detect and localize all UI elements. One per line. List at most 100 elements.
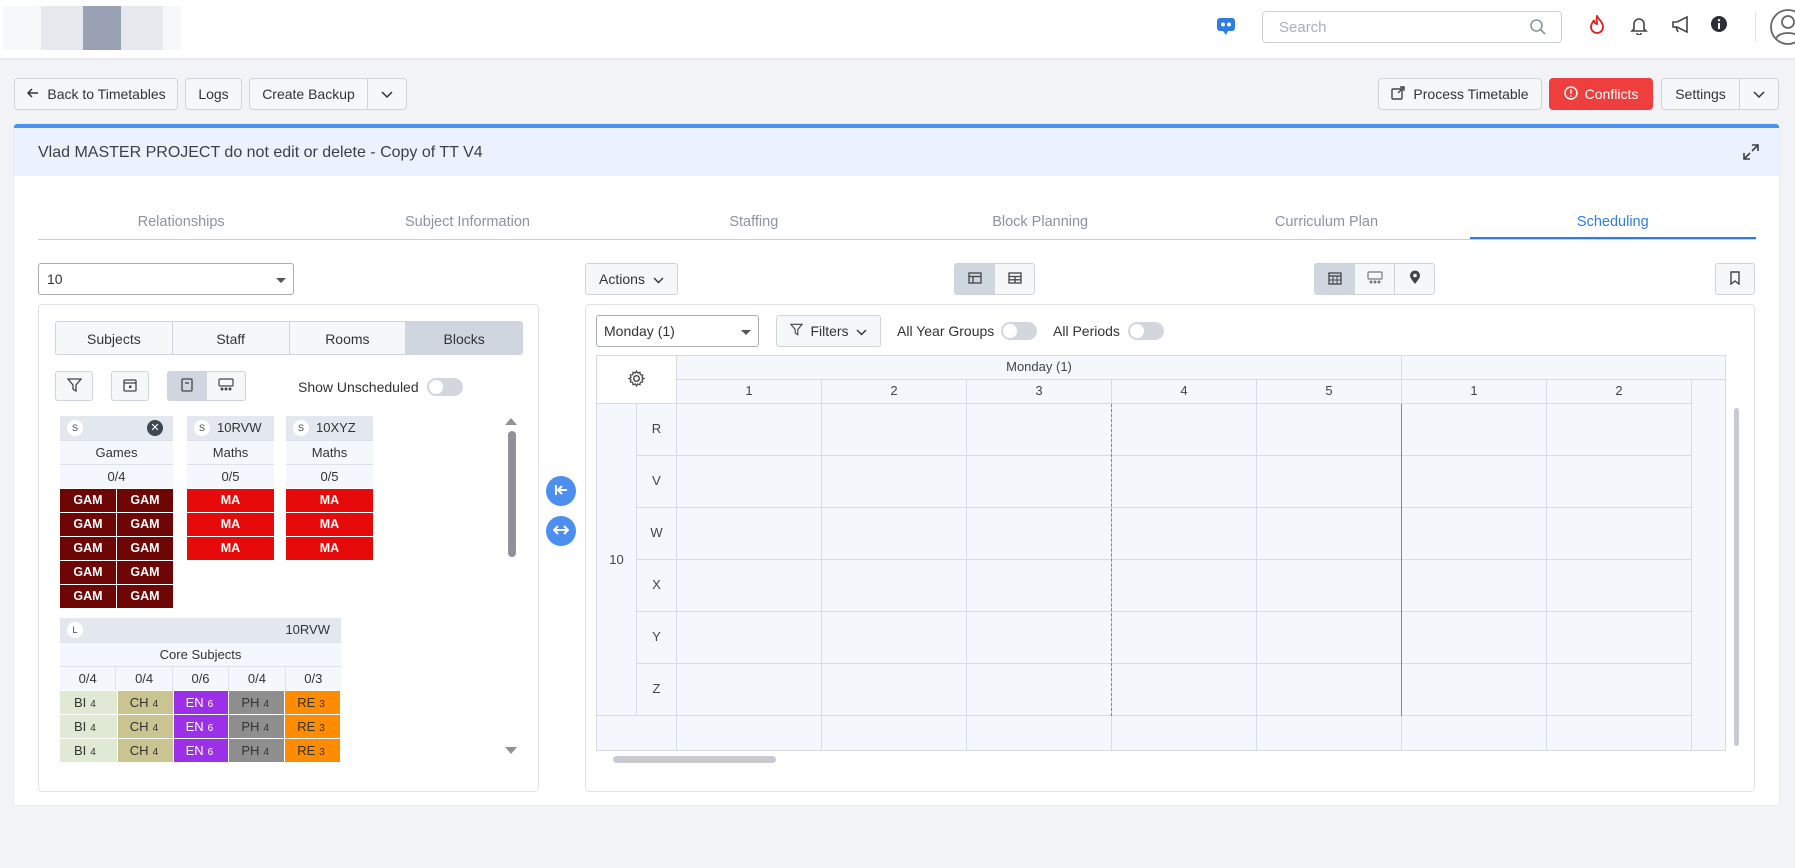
schedule-slot[interactable] — [1402, 456, 1547, 508]
lesson-chip[interactable]: GAM — [117, 513, 173, 536]
schedule-slot[interactable] — [1112, 664, 1257, 716]
grid-view-button[interactable] — [954, 263, 995, 295]
user-avatar-icon[interactable] — [1768, 7, 1795, 50]
lesson-chip[interactable]: MA — [286, 513, 373, 536]
subject-chip[interactable]: BI 4 — [60, 739, 118, 762]
room-view-button[interactable] — [206, 371, 246, 401]
search-box[interactable] — [1262, 11, 1562, 43]
schedule-slot[interactable] — [677, 508, 822, 560]
schedule-slot[interactable] — [677, 560, 822, 612]
tab-block-planning[interactable]: Block Planning — [897, 204, 1183, 239]
tab-subject-information[interactable]: Subject Information — [324, 204, 610, 239]
subject-chip[interactable]: RE 3 — [285, 715, 341, 738]
classroom-view-button[interactable] — [1354, 263, 1395, 295]
schedule-slot[interactable] — [1547, 404, 1692, 456]
filter-button[interactable] — [55, 371, 93, 401]
tab-scheduling[interactable]: Scheduling — [1469, 204, 1756, 239]
logo[interactable] — [3, 6, 181, 50]
gear-icon[interactable] — [627, 369, 646, 390]
tab-staffing[interactable]: Staffing — [611, 204, 897, 239]
schedule-slot[interactable] — [822, 612, 967, 664]
schedule-slot[interactable] — [1257, 456, 1402, 508]
back-to-timetables-button[interactable]: Back to Timetables — [14, 78, 178, 110]
grid-settings-cell[interactable] — [597, 356, 677, 404]
expand-icon[interactable] — [1743, 144, 1759, 163]
schedule-slot[interactable] — [1257, 404, 1402, 456]
subject-chip[interactable]: CH 4 — [117, 715, 174, 738]
settings-button[interactable]: Settings — [1661, 78, 1740, 110]
schedule-slot[interactable] — [822, 404, 967, 456]
year-group-select[interactable]: 10 — [38, 263, 294, 295]
block-card[interactable]: S ✕ Games 0/4 GAM GAM GAM GAM GAM GAM GAM GAM GAM GAM — [60, 416, 173, 608]
all-periods-toggle[interactable] — [1128, 322, 1164, 340]
schedule-slot[interactable] — [1257, 664, 1402, 716]
chatbot-icon[interactable] — [1215, 15, 1237, 40]
lesson-chip[interactable]: MA — [286, 537, 373, 560]
schedule-slot[interactable] — [1547, 560, 1692, 612]
schedule-slot[interactable] — [1547, 612, 1692, 664]
tab-relationships[interactable]: Relationships — [38, 204, 324, 239]
subject-chip[interactable]: BI 4 — [60, 691, 118, 714]
lesson-chip[interactable]: GAM — [60, 489, 117, 512]
show-unscheduled-toggle[interactable] — [427, 378, 463, 396]
segment-subjects[interactable]: Subjects — [56, 322, 173, 354]
lesson-chip[interactable]: GAM — [117, 489, 173, 512]
bookmark-button[interactable] — [1715, 263, 1755, 295]
schedule-slot[interactable] — [822, 508, 967, 560]
scrollbar-thumb[interactable] — [508, 431, 516, 557]
schedule-slot[interactable] — [967, 612, 1112, 664]
schedule-slot[interactable] — [677, 664, 822, 716]
filters-button[interactable]: Filters — [776, 315, 881, 347]
schedule-slot[interactable] — [1547, 456, 1692, 508]
schedule-slot[interactable] — [967, 508, 1112, 560]
subject-chip[interactable]: EN 6 — [173, 715, 230, 738]
subject-chip[interactable]: EN 6 — [173, 739, 230, 762]
lesson-chip[interactable]: GAM — [60, 537, 117, 560]
schedule-slot[interactable] — [1402, 612, 1547, 664]
bell-icon[interactable] — [1630, 15, 1648, 38]
all-year-groups-toggle[interactable] — [1001, 322, 1037, 340]
blocks-scrollbar[interactable] — [505, 413, 517, 754]
schedule-slot[interactable] — [1257, 612, 1402, 664]
schedule-slot[interactable] — [1112, 456, 1257, 508]
calendar-view-button[interactable] — [1314, 263, 1355, 295]
list-view-button[interactable] — [994, 263, 1035, 295]
schedule-slot[interactable] — [822, 456, 967, 508]
info-icon[interactable] — [1710, 15, 1728, 36]
schedule-slot[interactable] — [1547, 508, 1692, 560]
subject-chip[interactable]: PH 4 — [229, 739, 286, 762]
schedule-slot[interactable] — [967, 404, 1112, 456]
schedule-slot[interactable] — [822, 664, 967, 716]
lesson-chip[interactable]: MA — [187, 513, 274, 536]
scroll-down-icon[interactable] — [505, 743, 517, 759]
schedule-slot[interactable] — [1402, 404, 1547, 456]
calendar-button[interactable] — [111, 371, 149, 401]
conflicts-button[interactable]: Conflicts — [1549, 78, 1653, 110]
block-card[interactable]: S 10RVW Maths 0/5 MA MA MA — [187, 416, 274, 560]
segment-rooms[interactable]: Rooms — [289, 322, 407, 354]
lesson-chip[interactable]: GAM — [60, 585, 117, 608]
subject-chip[interactable]: RE 3 — [285, 691, 341, 714]
logs-button[interactable]: Logs — [185, 78, 242, 110]
schedule-slot[interactable] — [1402, 664, 1547, 716]
schedule-slot[interactable] — [677, 456, 822, 508]
schedule-slot[interactable] — [677, 612, 822, 664]
collapse-left-button[interactable] — [546, 476, 576, 506]
lesson-chip[interactable]: MA — [286, 489, 373, 512]
fire-icon[interactable] — [1588, 13, 1606, 38]
process-timetable-button[interactable]: Process Timetable — [1378, 78, 1542, 110]
schedule-slot[interactable] — [1112, 508, 1257, 560]
tab-curriculum-plan[interactable]: Curriculum Plan — [1183, 204, 1469, 239]
schedule-slot[interactable] — [1112, 612, 1257, 664]
horizontal-scrollbar[interactable] — [613, 756, 776, 763]
subject-chip[interactable]: CH 4 — [117, 739, 174, 762]
close-icon[interactable]: ✕ — [147, 420, 163, 436]
settings-dropdown-button[interactable] — [1739, 78, 1779, 110]
lesson-chip[interactable]: GAM — [117, 585, 173, 608]
segment-blocks[interactable]: Blocks — [406, 322, 522, 354]
lesson-chip[interactable]: MA — [187, 489, 274, 512]
subject-chip[interactable]: BI 4 — [60, 715, 118, 738]
subject-chip[interactable]: PH 4 — [229, 691, 286, 714]
schedule-slot[interactable] — [1547, 664, 1692, 716]
schedule-slot[interactable] — [967, 456, 1112, 508]
